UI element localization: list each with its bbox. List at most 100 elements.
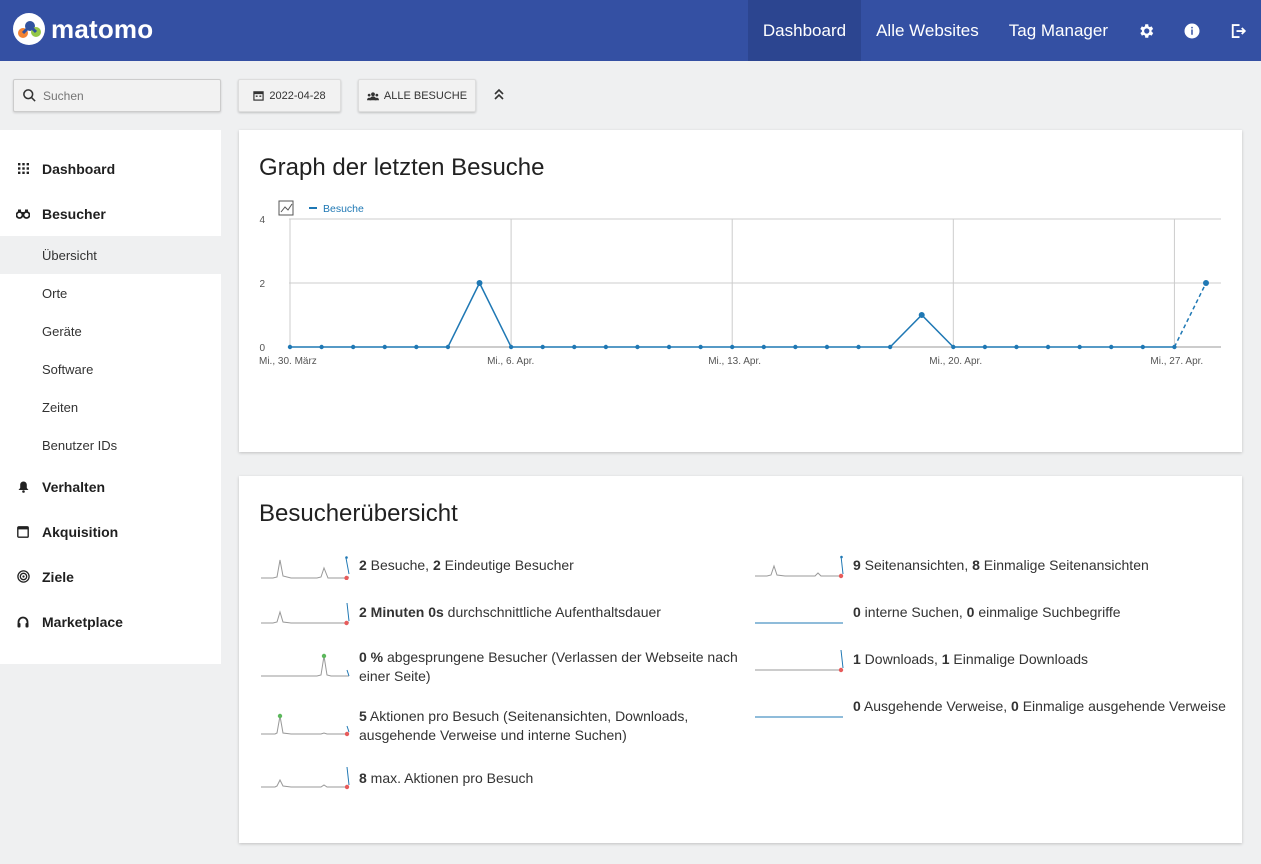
x-tick-label: Mi., 13. Apr.: [708, 356, 761, 367]
chart-legend[interactable]: Besuche: [309, 203, 364, 215]
data-point: [508, 344, 514, 350]
target-icon: [16, 570, 30, 584]
x-tick-label: Mi., 30. März: [259, 356, 317, 367]
sidebar-section-label: Ziele: [42, 568, 74, 585]
data-point: [414, 344, 419, 350]
chart-x-axis: Mi., 30. März Mi., 6. Apr. Mi., 13. Apr. Mi…: [259, 356, 1203, 367]
segment-selector-button[interactable]: ALLE BESUCHE: [358, 79, 476, 112]
matomo-logo[interactable]: matomo: [13, 13, 153, 45]
sparkline[interactable]: [755, 611, 845, 627]
headphones-icon: [16, 615, 30, 629]
data-point: [382, 344, 387, 350]
chart-type-icon[interactable]: [278, 200, 294, 216]
matomo-logo-icon: [13, 13, 45, 45]
sparkline[interactable]: [261, 601, 351, 627]
collapse-chevrons-icon[interactable]: [493, 87, 505, 101]
data-point: [698, 344, 703, 350]
search-icon: [23, 89, 36, 102]
data-point: [793, 344, 798, 350]
data-point: [856, 344, 861, 350]
data-point: [572, 344, 577, 350]
y-tick-label: 4: [259, 215, 265, 226]
sparkline[interactable]: [755, 554, 845, 580]
sidebar-section-label: Akquisition: [42, 523, 119, 540]
visitor-overview-widget: Besucherübersicht 2 Besuche, 2 Eindeutig…: [239, 476, 1242, 843]
visits-line-chart[interactable]: Besuche 024 Mi., 30. März Mi., 6. Apr. Mi.…: [239, 130, 1242, 452]
sidebar-section-akquisition[interactable]: Akquisition: [0, 509, 221, 554]
sidebar-item-software[interactable]: Software: [0, 350, 221, 388]
logo-text: matomo: [51, 13, 154, 44]
legend-label: Besuche: [323, 203, 364, 215]
x-tick-label: Mi., 6. Apr.: [487, 356, 534, 367]
series-line-partial: [1173, 282, 1207, 348]
y-tick-label: 0: [259, 343, 265, 354]
visits-graph-widget: Graph der letzten Besuche Besuche 024 Mi…: [239, 130, 1242, 452]
sidebar-section-ziele[interactable]: Ziele: [0, 554, 221, 599]
data-point: [1109, 344, 1114, 350]
data-point: [761, 344, 766, 350]
sidebar-section-besucher[interactable]: Besucher: [0, 191, 221, 236]
sidebar-item-orte[interactable]: Orte: [0, 274, 221, 312]
top-navigation-bar: matomo Dashboard Alle Websites Tag Manag…: [0, 0, 1261, 61]
data-point: [350, 344, 356, 350]
chart-y-axis: 0 2 4: [259, 215, 265, 354]
logout-icon[interactable]: [1215, 0, 1261, 61]
sidebar-item-uebersicht[interactable]: Übersicht: [0, 236, 221, 274]
sidebar-section-marketplace[interactable]: Marketplace: [0, 599, 221, 644]
data-point: [476, 280, 483, 286]
data-point: [666, 344, 672, 350]
info-icon[interactable]: [1169, 0, 1215, 61]
chart-series-besuche: [287, 280, 1209, 350]
data-point: [887, 344, 893, 350]
data-point: [603, 344, 609, 350]
sparkline[interactable]: [261, 554, 351, 580]
data-point: [540, 344, 545, 350]
data-point: [1077, 344, 1082, 350]
y-tick-label: 2: [259, 279, 265, 290]
users-icon: [366, 91, 379, 100]
sidebar-section-label: Dashboard: [42, 160, 116, 177]
date-picker-button[interactable]: 2022-04-28: [238, 79, 341, 112]
sidebar-section-label: Verhalten: [42, 478, 106, 495]
nav-all-websites[interactable]: Alle Websites: [861, 0, 994, 61]
data-point: [1014, 344, 1019, 350]
date-label: 2022-04-28: [269, 89, 326, 102]
data-point: [445, 344, 451, 350]
sidebar-item-geraete[interactable]: Geräte: [0, 312, 221, 350]
sidebar-item-benutzer-ids[interactable]: Benutzer IDs: [0, 426, 221, 464]
metric-text: 0 interne Suchen, 0 einmalige Suchbegrif…: [853, 604, 1121, 620]
data-point: [319, 344, 324, 350]
metric-text: 2 Besuche, 2 Eindeutige Besucher: [359, 557, 574, 573]
nav-dashboard[interactable]: Dashboard: [747, 0, 862, 61]
x-tick-label: Mi., 20. Apr.: [929, 356, 982, 367]
sparkline[interactable]: [261, 765, 351, 791]
calendar-icon: [253, 91, 265, 101]
metric-text: 2 Minuten 0s durchschnittliche Aufenthal…: [359, 604, 661, 620]
data-point: [918, 312, 925, 318]
sidebar-menu: Dashboard Besucher Übersicht Orte Geräte…: [0, 130, 221, 664]
gear-icon[interactable]: [1123, 0, 1169, 61]
sidebar-section-dashboard[interactable]: Dashboard: [0, 146, 221, 191]
search-box[interactable]: [13, 79, 221, 112]
widget-title: Besucherübersicht: [259, 500, 458, 527]
sparkline[interactable]: [261, 648, 351, 678]
x-tick-label: Mi., 27. Apr.: [1150, 356, 1203, 367]
data-point: [951, 344, 956, 350]
sidebar-section-verhalten[interactable]: Verhalten: [0, 464, 221, 509]
data-point: [1140, 344, 1146, 350]
chart-grid: [289, 218, 1221, 348]
data-point: [1172, 344, 1177, 350]
nav-tag-manager[interactable]: Tag Manager: [994, 0, 1123, 61]
binoculars-icon: [16, 207, 30, 221]
sidebar-section-label: Marketplace: [42, 613, 123, 630]
sparkline[interactable]: [755, 705, 845, 721]
metric-text: 0 % abgesprungene Besucher (Verlassen de…: [359, 649, 738, 684]
data-point: [287, 344, 293, 350]
metric-text: 0 Ausgehende Verweise, 0 Einmalige ausge…: [853, 698, 1226, 714]
sparkline[interactable]: [261, 710, 351, 740]
sparkline[interactable]: [755, 648, 845, 674]
top-nav: Dashboard Alle Websites Tag Manager: [747, 0, 1261, 61]
window-icon: [16, 525, 30, 539]
sidebar-item-zeiten[interactable]: Zeiten: [0, 388, 221, 426]
search-input[interactable]: [43, 88, 203, 103]
